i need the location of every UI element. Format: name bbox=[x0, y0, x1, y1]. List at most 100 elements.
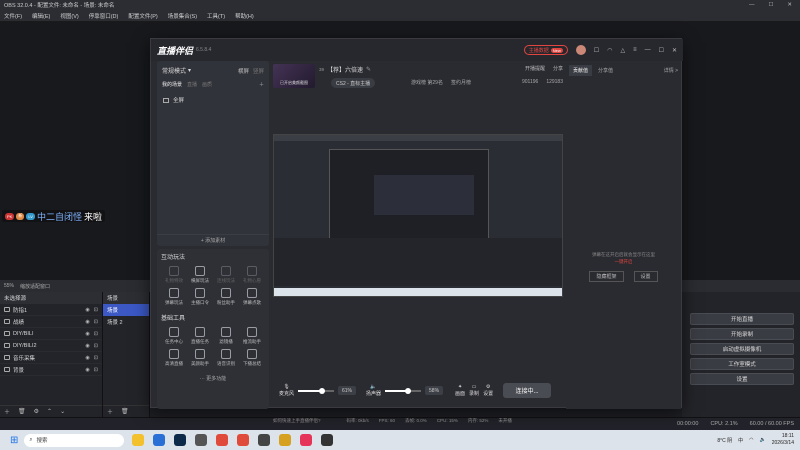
bell-icon[interactable]: △ bbox=[620, 47, 625, 54]
add-scene-icon[interactable]: ＋ bbox=[107, 407, 113, 416]
windows-start-icon[interactable]: ⊞ bbox=[10, 435, 18, 446]
help-link[interactable]: 如何快速上手直播伴侣? bbox=[273, 418, 321, 424]
virtual-camera-button[interactable]: 启动虚拟摄像机 bbox=[690, 343, 794, 355]
speaker-slider[interactable] bbox=[385, 387, 422, 394]
eye-icon[interactable]: ◉ bbox=[85, 343, 89, 349]
edge-icon[interactable] bbox=[153, 434, 166, 446]
source-row[interactable]: 战绩 ◉ ⊡ bbox=[0, 316, 102, 328]
source-row[interactable]: 防指1 ◉ ⊡ bbox=[0, 304, 102, 316]
tool-hd-live[interactable]: 高清直播 bbox=[161, 349, 187, 367]
lock-icon[interactable]: ⊡ bbox=[94, 367, 98, 373]
tab-live[interactable]: 直播 bbox=[187, 81, 197, 88]
maximize-icon[interactable]: ☐ bbox=[768, 2, 773, 8]
live-preview[interactable] bbox=[273, 134, 563, 297]
headset-icon[interactable]: ◠ bbox=[607, 47, 612, 54]
add-material-button[interactable]: + 添加素材 bbox=[157, 234, 269, 246]
menu-file[interactable]: 文件(F) bbox=[4, 12, 22, 20]
eye-icon[interactable]: ◉ bbox=[85, 331, 89, 337]
remove-scene-icon[interactable]: 🗑 bbox=[121, 408, 129, 415]
tool-gift-wish[interactable]: 礼物心愿 bbox=[239, 266, 265, 284]
tool-filter[interactable]: 滤镜播 bbox=[213, 327, 239, 345]
tool-danmu-play[interactable]: 弹幕玩法 bbox=[161, 288, 187, 306]
taskbar-search[interactable]: ⌕ 搜索 bbox=[24, 433, 125, 447]
menu-icon[interactable]: ≡ bbox=[633, 47, 637, 53]
tool-song-request[interactable]: 弹幕点歌 bbox=[239, 288, 265, 306]
open-live-reminder[interactable]: 开播提醒 bbox=[525, 65, 545, 72]
volume-icon[interactable]: 🔈 bbox=[760, 437, 766, 443]
lock-icon[interactable]: ⊡ bbox=[94, 319, 98, 325]
lock-icon[interactable]: ⊡ bbox=[94, 331, 98, 337]
zoom-value[interactable]: 55% bbox=[4, 283, 14, 289]
eye-icon[interactable]: ◉ bbox=[85, 367, 89, 373]
lock-icon[interactable]: ⊡ bbox=[94, 343, 98, 349]
speaker-value[interactable]: 58% bbox=[425, 386, 444, 395]
source-row[interactable]: DIY/BILI2 ◉ ⊡ bbox=[0, 340, 102, 352]
source-settings-icon[interactable]: ⚙ bbox=[34, 408, 39, 415]
message-icon[interactable]: ☐ bbox=[594, 47, 599, 54]
menu-view[interactable]: 视图(V) bbox=[60, 12, 78, 20]
add-source-icon[interactable]: ＋ bbox=[4, 407, 10, 416]
weather-widget[interactable]: 8°C 阴 bbox=[717, 437, 732, 444]
maximize-icon[interactable]: ☐ bbox=[659, 47, 664, 54]
source-row[interactable]: DIY/BILI ◉ ⊡ bbox=[0, 328, 102, 340]
close-icon[interactable]: ✕ bbox=[787, 2, 792, 8]
wifi-icon[interactable]: ◠ bbox=[749, 437, 753, 443]
category-tag[interactable]: CS2 - 直标主播 bbox=[331, 78, 376, 88]
mic-slider[interactable] bbox=[298, 387, 335, 394]
start-recording-button[interactable]: 开始录制 bbox=[690, 328, 794, 340]
close-icon[interactable]: ✕ bbox=[672, 47, 677, 54]
tool-push-helper[interactable]: 推流助手 bbox=[239, 327, 265, 345]
source-item[interactable]: 全屏 bbox=[173, 96, 184, 104]
lock-icon[interactable]: ⊡ bbox=[94, 355, 98, 361]
tab-quality[interactable]: 画质 bbox=[202, 81, 212, 88]
tab-portrait[interactable]: 竖屏 bbox=[253, 67, 264, 75]
minimize-icon[interactable]: — bbox=[645, 47, 651, 53]
eye-icon[interactable]: ◉ bbox=[85, 319, 89, 325]
scale-mode[interactable]: 缩放适配窗口 bbox=[20, 283, 50, 290]
tool-password[interactable]: 主播口令 bbox=[187, 288, 213, 306]
ime-indicator[interactable]: 中 bbox=[738, 437, 743, 444]
tab-contribution[interactable]: 贡献值 bbox=[569, 65, 593, 76]
tool-gift-effect[interactable]: 礼物特效 bbox=[161, 266, 187, 284]
rank-month[interactable]: 签约月榜 bbox=[451, 79, 471, 86]
app-icon[interactable] bbox=[258, 434, 271, 446]
share-button[interactable]: 分享 bbox=[553, 65, 563, 72]
tool-live-task[interactable]: 直播任务 bbox=[187, 327, 213, 345]
eye-icon[interactable]: ◉ bbox=[85, 355, 89, 361]
tab-my-scenes[interactable]: 我的场景 bbox=[162, 81, 182, 88]
chevron-down-icon[interactable]: ▾ bbox=[188, 67, 191, 74]
connect-button[interactable]: 连接中... bbox=[503, 383, 552, 398]
mic-value[interactable]: 61% bbox=[338, 386, 357, 395]
record-button[interactable]: ▭ 录制 bbox=[469, 384, 479, 397]
remove-source-icon[interactable]: 🗑 bbox=[18, 408, 26, 415]
mic-control[interactable]: 🎙 麦克风 bbox=[279, 384, 294, 397]
start-streaming-button[interactable]: 开始直播 bbox=[690, 313, 794, 325]
avatar[interactable] bbox=[575, 45, 586, 55]
edit-icon[interactable]: ✎ bbox=[366, 66, 371, 73]
tool-link[interactable]: 连线玩法 bbox=[213, 266, 239, 284]
obs-icon[interactable] bbox=[321, 434, 334, 446]
hide-frame-button[interactable]: 隐藏框架 bbox=[589, 271, 624, 282]
move-down-icon[interactable]: ⌄ bbox=[60, 408, 65, 415]
app-icon[interactable] bbox=[195, 434, 208, 446]
tool-task-center[interactable]: 任务中心 bbox=[161, 327, 187, 345]
cover-thumbnail[interactable]: 已开启美颜截图 bbox=[273, 64, 315, 88]
enable-link[interactable]: 一键开启 bbox=[566, 258, 681, 265]
speaker-control[interactable]: 🔈 扬声器 bbox=[366, 384, 381, 397]
minimize-icon[interactable]: — bbox=[749, 2, 755, 8]
tool-summary[interactable]: 下播总结 bbox=[239, 349, 265, 367]
menu-scene-collection[interactable]: 场景集合(S) bbox=[168, 12, 197, 20]
file-explorer-icon[interactable] bbox=[132, 434, 145, 446]
menu-help[interactable]: 帮助(H) bbox=[235, 12, 254, 20]
menu-edit[interactable]: 编辑(E) bbox=[32, 12, 50, 20]
scene-item[interactable]: 场景 2 bbox=[103, 316, 149, 328]
app-icon[interactable] bbox=[237, 434, 250, 446]
tab-share-value[interactable]: 分享值 bbox=[594, 65, 617, 76]
clock[interactable]: 18:11 2026/3/14 bbox=[772, 433, 794, 447]
menu-profile[interactable]: 配置文件(P) bbox=[128, 12, 157, 20]
move-up-icon[interactable]: ⌃ bbox=[47, 408, 52, 415]
scene-item[interactable]: 场景 bbox=[103, 304, 149, 316]
source-row[interactable]: 背景 ◉ ⊡ bbox=[0, 364, 102, 376]
tool-speech[interactable]: 语音识别 bbox=[213, 349, 239, 367]
rank-game[interactable]: 游戏榜 第29名 bbox=[411, 79, 443, 86]
